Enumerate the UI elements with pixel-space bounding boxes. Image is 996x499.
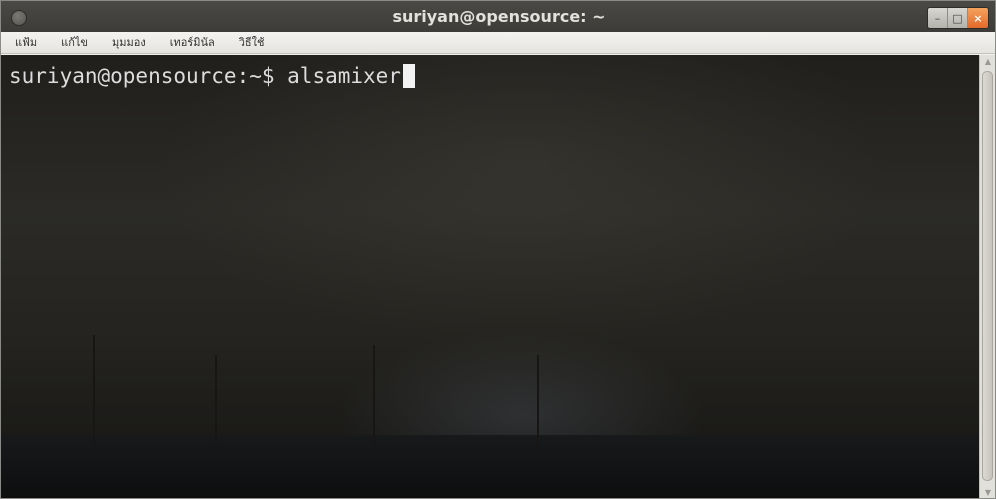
menu-bar: แฟ้ม แก้ไข มุมมอง เทอร์มินัล วิธีใช้: [1, 32, 995, 54]
background-mast: [537, 355, 539, 450]
close-button[interactable]: ×: [968, 8, 988, 28]
menu-terminal[interactable]: เทอร์มินัล: [170, 32, 215, 54]
maximize-button[interactable]: □: [948, 8, 968, 28]
menu-edit[interactable]: แก้ไข: [61, 32, 88, 54]
scroll-up-icon[interactable]: ▲: [980, 55, 995, 69]
terminal-command: alsamixer: [287, 64, 401, 88]
background-mast: [373, 345, 375, 445]
scroll-down-icon[interactable]: ▼: [980, 486, 995, 498]
terminal-line: suriyan@opensource:~$ alsamixer: [9, 63, 415, 89]
vertical-scrollbar[interactable]: ▲ ▼: [979, 55, 995, 498]
background-mast: [93, 335, 95, 445]
window-controls: – □ ×: [927, 7, 989, 29]
terminal-window: suriyan@opensource: ~ – □ × แฟ้ม แก้ไข ม…: [0, 0, 996, 499]
menu-file[interactable]: แฟ้ม: [15, 32, 37, 54]
menu-help[interactable]: วิธีใช้: [239, 32, 265, 54]
terminal-area[interactable]: suriyan@opensource:~$ alsamixer: [1, 55, 979, 498]
minimize-button[interactable]: –: [928, 8, 948, 28]
window-title: suriyan@opensource: ~: [392, 7, 606, 26]
scrollbar-thumb[interactable]: [982, 71, 993, 481]
background-horizon: [1, 435, 979, 498]
text-cursor: [402, 64, 415, 88]
terminal-prompt: suriyan@opensource:~$: [9, 64, 288, 88]
background-mast: [215, 355, 217, 445]
menu-view[interactable]: มุมมอง: [112, 32, 146, 54]
